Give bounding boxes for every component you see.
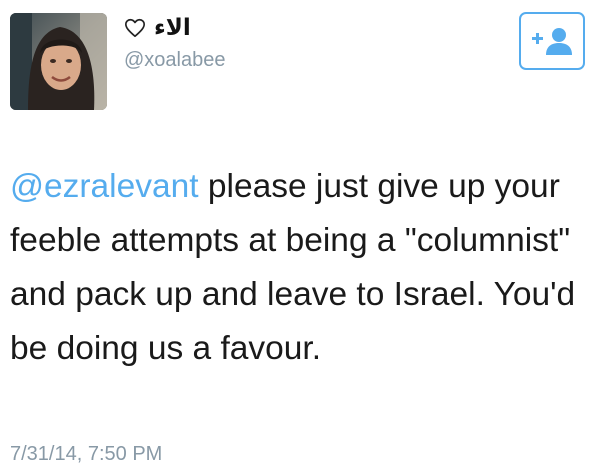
avatar-image bbox=[10, 13, 107, 110]
heart-outline-icon bbox=[124, 17, 146, 39]
timestamp[interactable]: 7/31/14, 7:50 PM bbox=[10, 443, 162, 466]
name-row: الاء bbox=[124, 13, 191, 43]
user-handle[interactable]: @xoalabee bbox=[124, 49, 225, 72]
add-user-icon bbox=[532, 28, 572, 55]
avatar[interactable] bbox=[10, 13, 107, 110]
tweet-card: الاء @xoalabee @ezralevant please just g… bbox=[0, 0, 616, 470]
follow-button[interactable] bbox=[519, 12, 585, 70]
tweet-text: @ezralevant please just give up your fee… bbox=[10, 160, 606, 376]
display-name[interactable]: الاء bbox=[154, 15, 191, 41]
mention-link[interactable]: @ezralevant bbox=[10, 168, 199, 205]
